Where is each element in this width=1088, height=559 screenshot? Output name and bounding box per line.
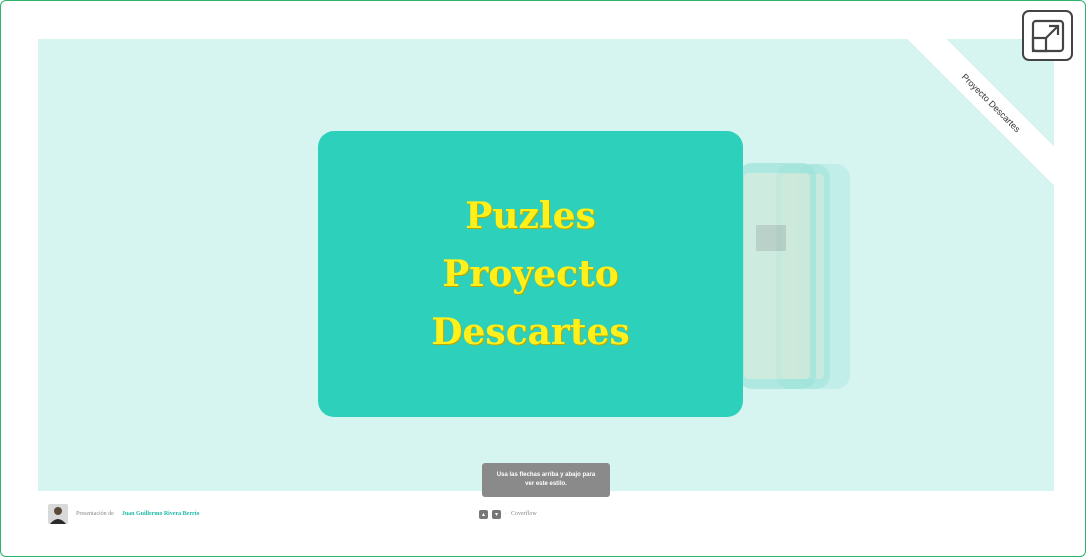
presentation-stage[interactable]: Puzles Proyecto Descartes Proyecto Desca…: [38, 39, 1054, 491]
arrow-down-icon[interactable]: ▾: [492, 509, 501, 519]
slide-thumbnail-image: [756, 225, 786, 251]
slide-title-line: Descartes: [431, 311, 630, 353]
slide-title-line: Proyecto: [442, 253, 619, 295]
slide-title-line: Puzles: [465, 195, 596, 237]
navigation-hint: ▴ ▾ · Coverflow: [479, 508, 537, 520]
arrow-up-icon[interactable]: ▴: [479, 509, 488, 519]
author-name[interactable]: Juan Guillermo Rivera Berrío: [122, 511, 200, 517]
style-label: Coverflow: [511, 511, 537, 517]
credit-prefix: Presentación de: [76, 511, 114, 517]
expand-icon: [1031, 19, 1064, 52]
tooltip-text: Usa las flechas arriba y abajo para ver …: [496, 472, 596, 487]
ribbon-label: Proyecto Descartes: [959, 71, 1023, 135]
navigation-tooltip: Usa las flechas arriba y abajo para ver …: [482, 463, 610, 497]
nav-separator: ·: [505, 511, 507, 517]
fullscreen-button[interactable]: [1022, 10, 1073, 61]
background-slide[interactable]: [738, 163, 816, 389]
presentation-frame: Puzles Proyecto Descartes Proyecto Desca…: [0, 0, 1086, 557]
author-credit: Presentación de Juan Guillermo Rivera Be…: [48, 503, 199, 525]
current-slide[interactable]: Puzles Proyecto Descartes: [318, 131, 743, 417]
avatar: [48, 504, 68, 524]
slide-thumbnail: [744, 173, 810, 379]
slide-title: Puzles Proyecto Descartes: [431, 187, 629, 361]
corner-ribbon: Proyecto Descartes: [906, 39, 1054, 188]
